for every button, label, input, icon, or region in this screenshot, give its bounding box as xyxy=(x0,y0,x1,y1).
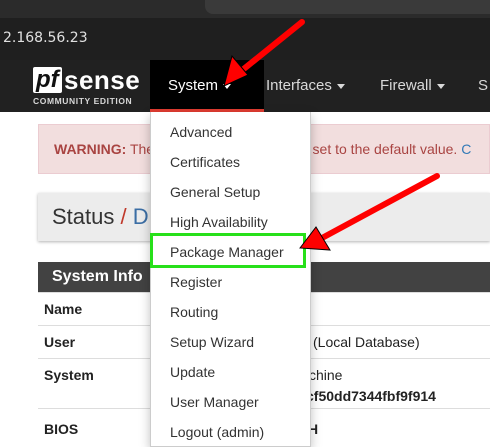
logo-sense: sense xyxy=(64,65,141,95)
menu-item-update[interactable]: Update xyxy=(151,357,310,387)
chevron-down-icon xyxy=(336,83,345,89)
menu-item-user-manager[interactable]: User Manager xyxy=(151,387,310,417)
row-label: BIOS xyxy=(44,421,79,437)
menu-item-routing[interactable]: Routing xyxy=(151,297,310,327)
nav-services-menu[interactable]: S xyxy=(478,60,488,112)
logo-edition: COMMUNITY EDITION xyxy=(33,96,133,106)
row-value: chine xyxy=(309,367,343,383)
menu-item-general-setup[interactable]: General Setup xyxy=(151,177,310,207)
package-manager-highlight-box xyxy=(150,233,306,268)
logo-pf: pf xyxy=(33,67,62,93)
nav-system-label: System xyxy=(168,77,219,94)
warning-label: WARNING: xyxy=(54,141,127,157)
pfsense-logo[interactable]: pf sense COMMUNITY EDITION xyxy=(30,67,140,107)
nav-firewall-menu[interactable]: Firewall xyxy=(380,60,445,112)
breadcrumb-separator: / xyxy=(120,204,127,229)
nav-firewall-label: Firewall xyxy=(380,77,432,94)
browser-tab[interactable] xyxy=(205,0,490,14)
address-text[interactable]: 2.168.56.23 xyxy=(3,30,88,46)
nav-interfaces-label: Interfaces xyxy=(266,77,332,94)
browser-tab-strip xyxy=(0,0,490,18)
menu-item-logout[interactable]: Logout (admin) xyxy=(151,417,310,447)
row-value: (Local Database) xyxy=(313,334,420,350)
breadcrumb-title: Status xyxy=(52,204,115,229)
menu-item-register[interactable]: Register xyxy=(151,267,310,297)
row-label: User xyxy=(44,334,76,350)
row-label: System xyxy=(44,367,94,383)
top-navbar: pf sense COMMUNITY EDITION System Interf… xyxy=(0,60,490,112)
warning-link[interactable]: C xyxy=(461,141,471,157)
system-dropdown-menu: Advanced Certificates General Setup High… xyxy=(150,112,311,447)
address-bar[interactable]: 2.168.56.23 xyxy=(0,18,490,60)
nav-system-menu[interactable]: System xyxy=(150,60,264,112)
menu-item-advanced[interactable]: Advanced xyxy=(151,117,310,147)
nav-services-label: S xyxy=(478,77,489,94)
nav-interfaces-menu[interactable]: Interfaces xyxy=(266,60,345,112)
row-value-id: cf50dd7344fbf9f914 xyxy=(306,388,436,404)
chevron-down-icon xyxy=(223,83,232,89)
menu-item-setup-wizard[interactable]: Setup Wizard xyxy=(151,327,310,357)
breadcrumb-dashboard-link[interactable]: D xyxy=(133,204,149,229)
menu-item-certificates[interactable]: Certificates xyxy=(151,147,310,177)
warning-text-right: d is set to the default value. xyxy=(286,141,458,157)
chevron-down-icon xyxy=(436,83,445,89)
row-label: Name xyxy=(44,301,83,317)
